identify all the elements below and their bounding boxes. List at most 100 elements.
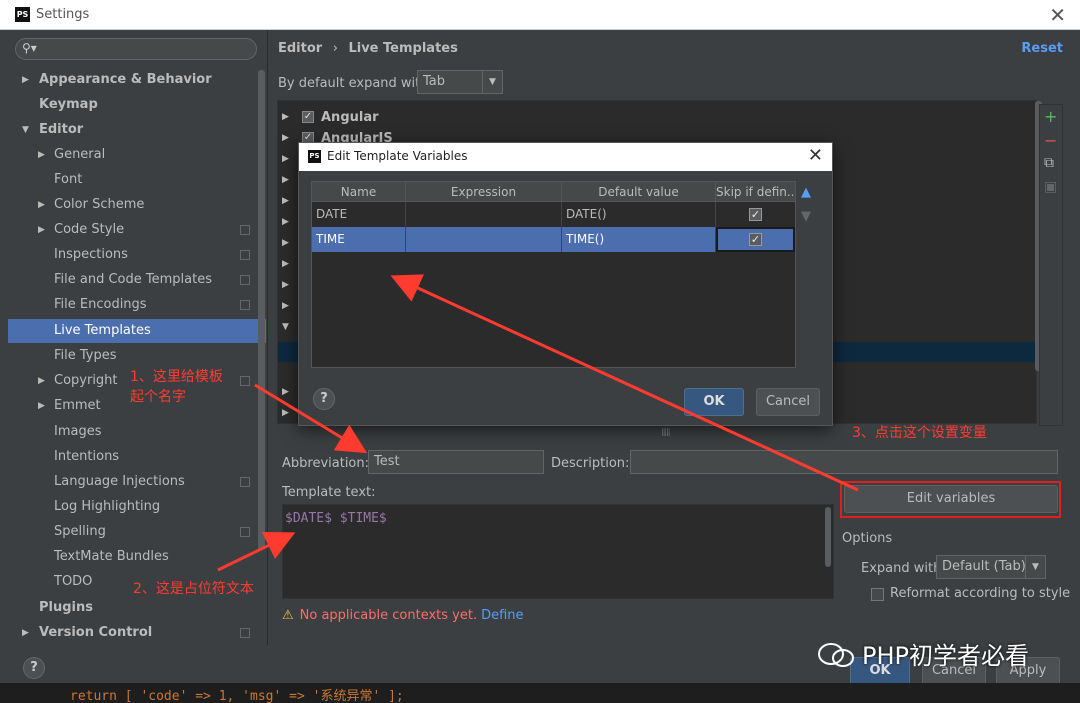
- dialog-ok-button[interactable]: OK: [684, 388, 744, 416]
- project-scope-icon: [240, 628, 250, 638]
- cell-expression[interactable]: [406, 227, 562, 252]
- warning-icon: ⚠: [282, 608, 294, 623]
- cell-name[interactable]: DATE: [312, 202, 406, 227]
- cell-default-value[interactable]: TIME(): [562, 227, 716, 252]
- copy-icon[interactable]: ⧉: [1044, 155, 1054, 171]
- chevron-right-icon: ▶: [282, 217, 289, 227]
- chevron-right-icon: ▶: [282, 408, 289, 418]
- app-icon: PS: [15, 7, 30, 22]
- chevron-right-icon: ▶: [38, 200, 45, 210]
- chevron-right-icon: ▶: [38, 150, 45, 160]
- close-icon[interactable]: ✕: [1049, 3, 1066, 27]
- checkbox-checked[interactable]: ✓: [302, 111, 314, 123]
- abbreviation-input[interactable]: Test: [368, 450, 544, 474]
- help-icon[interactable]: ?: [313, 388, 335, 410]
- sidebar-item-version-control[interactable]: ▶ Version Control: [0, 621, 258, 645]
- close-icon[interactable]: ✕: [808, 145, 823, 166]
- sidebar-item-color-scheme[interactable]: ▶ Color Scheme: [0, 193, 258, 217]
- sidebar-item-code-style[interactable]: ▶ Code Style: [0, 218, 258, 242]
- sidebar-item-appearance[interactable]: ▶ Appearance & Behavior: [0, 68, 258, 92]
- default-expand-select[interactable]: Tab ▼: [417, 70, 503, 94]
- dialog-cancel-button[interactable]: Cancel: [756, 388, 820, 416]
- chevron-right-icon: ▶: [282, 196, 289, 206]
- project-scope-icon: [240, 477, 250, 487]
- edit-template-variables-dialog: PS Edit Template Variables ✕ Name Expres…: [298, 142, 833, 426]
- skip-checkbox[interactable]: ✓: [749, 233, 762, 246]
- wechat-icon: [818, 643, 854, 667]
- default-expand-label: By default expand with: [278, 76, 429, 91]
- sidebar-item-general[interactable]: ▶ General: [0, 143, 258, 167]
- editor-scrollbar[interactable]: [825, 507, 831, 567]
- sidebar-item-language-injections[interactable]: Language Injections: [0, 470, 258, 494]
- template-group-angular[interactable]: ▶ ✓ Angular: [278, 107, 1036, 128]
- chevron-right-icon: ▶: [38, 401, 45, 411]
- move-down-icon[interactable]: ▼: [801, 209, 811, 224]
- description-input[interactable]: [630, 450, 1058, 474]
- project-scope-icon: [240, 527, 250, 537]
- cell-default-value[interactable]: DATE(): [562, 202, 716, 227]
- define-link[interactable]: Define: [481, 608, 523, 623]
- background-code-line: return [ 'code' => 1, 'msg' => '系统异常' ];: [0, 683, 1080, 703]
- skip-checkbox[interactable]: ✓: [749, 208, 762, 221]
- cell-name[interactable]: TIME: [312, 227, 406, 252]
- description-label: Description:: [551, 456, 630, 471]
- chevron-right-icon: ▶: [282, 112, 289, 122]
- window-title: Settings: [36, 7, 90, 22]
- splitter-handle[interactable]: |||||: [661, 427, 671, 436]
- sidebar-item-editor[interactable]: ▼ Editor: [0, 118, 258, 142]
- abbreviation-label: Abbreviation:: [282, 456, 370, 471]
- sidebar-item-live-templates[interactable]: Live Templates: [8, 319, 266, 343]
- sidebar-item-plugins[interactable]: Plugins: [0, 596, 258, 620]
- chevron-down-icon: ▼: [282, 322, 289, 332]
- breadcrumb: Editor › Live Templates: [278, 41, 458, 56]
- chevron-right-icon: ▶: [282, 238, 289, 248]
- column-header-default-value[interactable]: Default value: [562, 182, 716, 202]
- sidebar-item-font[interactable]: Font: [0, 168, 258, 192]
- sidebar-item-intentions[interactable]: Intentions: [0, 445, 258, 469]
- sidebar-item-textmate-bundles[interactable]: TextMate Bundles: [0, 545, 258, 569]
- template-text-editor[interactable]: $DATE$ $TIME$: [282, 504, 834, 599]
- sidebar-item-file-code-templates[interactable]: File and Code Templates: [0, 268, 258, 292]
- sidebar-item-log-highlighting[interactable]: Log Highlighting: [0, 495, 258, 519]
- dialog-titlebar: PS Edit Template Variables ✕: [299, 143, 832, 171]
- help-icon[interactable]: ?: [23, 657, 45, 679]
- sidebar-item-file-types[interactable]: File Types: [0, 344, 258, 368]
- sidebar-item-spelling[interactable]: Spelling: [0, 520, 258, 544]
- column-header-name[interactable]: Name: [312, 182, 406, 202]
- add-icon[interactable]: +: [1044, 107, 1057, 126]
- chevron-down-icon: ▼: [1025, 556, 1045, 578]
- column-header-expression[interactable]: Expression: [406, 182, 562, 202]
- project-scope-icon: [240, 225, 250, 235]
- chevron-right-icon: ▶: [282, 387, 289, 397]
- settings-sidebar: ⚲▾ ▶ Appearance & Behavior Keymap ▼ Edit…: [0, 30, 268, 645]
- cell-expression[interactable]: [406, 202, 562, 227]
- chevron-right-icon: ▶: [282, 133, 289, 143]
- annotation-1: 1、这里给模板 起个名字: [130, 369, 223, 405]
- context-warning: ⚠ No applicable contexts yet. Define: [282, 608, 524, 623]
- sidebar-scrollbar[interactable]: [258, 70, 265, 550]
- project-scope-icon: [240, 300, 250, 310]
- template-text-label: Template text:: [282, 485, 376, 500]
- restore-icon[interactable]: ▣: [1044, 179, 1057, 195]
- sidebar-item-inspections[interactable]: Inspections: [0, 243, 258, 267]
- chevron-right-icon: ▶: [38, 225, 45, 235]
- reformat-checkbox[interactable]: [871, 588, 884, 601]
- reset-link[interactable]: Reset: [1021, 41, 1063, 56]
- chevron-right-icon: ▶: [282, 280, 289, 290]
- expand-with-select[interactable]: Default (Tab) ▼: [936, 555, 1046, 579]
- move-up-icon[interactable]: ▲: [801, 185, 811, 200]
- sidebar-item-images[interactable]: Images: [0, 420, 258, 444]
- dialog-title: Edit Template Variables: [327, 149, 468, 163]
- template-toolbar: + − ⧉ ▣: [1039, 104, 1063, 426]
- remove-icon[interactable]: −: [1044, 131, 1057, 150]
- annotation-2: 2、这是占位符文本: [133, 581, 254, 597]
- sidebar-item-keymap[interactable]: Keymap: [0, 93, 258, 117]
- column-header-skip[interactable]: Skip if defin...: [716, 182, 796, 202]
- chevron-down-icon: ▼: [482, 71, 502, 93]
- search-input[interactable]: ⚲▾: [15, 38, 257, 60]
- chevron-right-icon: ▶: [282, 301, 289, 311]
- app-icon: PS: [308, 150, 321, 163]
- chevron-right-icon: ▶: [22, 75, 29, 85]
- sidebar-item-file-encodings[interactable]: File Encodings: [0, 293, 258, 317]
- expand-with-label: Expand with: [861, 561, 942, 576]
